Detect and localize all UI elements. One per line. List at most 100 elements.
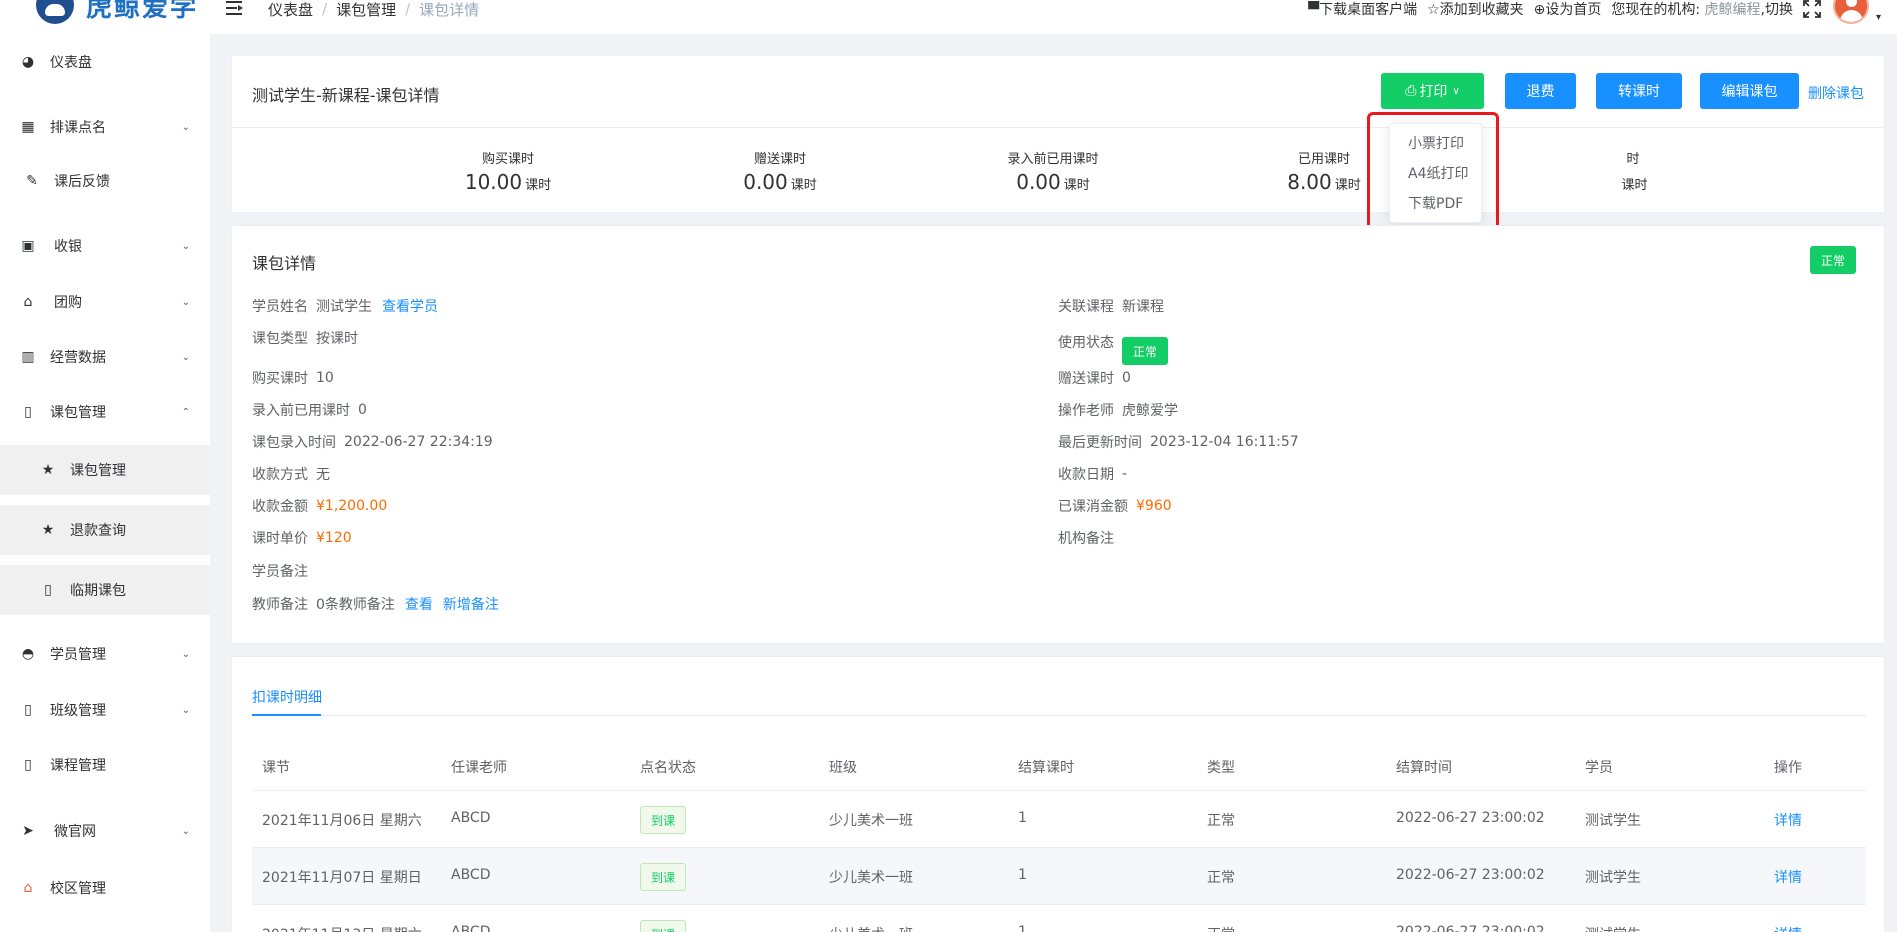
- field-purchased-hours: 购买课时 10: [252, 370, 334, 387]
- sidebar-subitem-expiring-packages[interactable]: ▯ 临期课包: [0, 565, 210, 615]
- edit-icon: ✎: [26, 173, 38, 189]
- attendance-badge: 到课: [640, 863, 686, 891]
- star-icon: ★: [41, 462, 55, 478]
- sidebar-item-scheduling[interactable]: ▦ 排课点名 ⌄: [0, 102, 210, 152]
- menu-toggle-icon[interactable]: [226, 0, 244, 16]
- delete-package-link[interactable]: 删除课包: [1808, 83, 1864, 103]
- tab-deduction-details[interactable]: 扣课时明细: [252, 687, 322, 707]
- field-linked-course: 关联课程 新课程: [1058, 299, 1164, 315]
- switch-org-link[interactable]: ,切换: [1761, 0, 1793, 19]
- table-header: 课节 任课老师 点名状态 班级 结算课时 类型 结算时间 学员 操作: [252, 741, 1866, 791]
- set-homepage-link[interactable]: ⊕设为首页: [1534, 0, 1602, 19]
- table-row: 2021年11月13日 星期六 ABCD 到课 少儿美术一班 1 正常 2022…: [252, 905, 1866, 932]
- stat-remaining-hours: 时 课时: [1621, 152, 1648, 193]
- sidebar-item-package-mgmt[interactable]: ▯ 课包管理 ⌃: [0, 387, 210, 437]
- book-icon: ▯: [44, 582, 52, 598]
- current-org-label: 您现在的机构: 虎鲸编程: [1611, 2, 1761, 18]
- add-remark-link[interactable]: 新增备注: [443, 594, 499, 614]
- tab-divider: [252, 715, 1866, 716]
- view-remark-link[interactable]: 查看: [405, 594, 433, 614]
- sidebar-item-students[interactable]: ◓ 学员管理 ⌄: [0, 629, 210, 679]
- field-teacher-remark: 教师备注 0条教师备注 查看 新增备注: [252, 594, 499, 614]
- caret-down-icon[interactable]: ▾: [1876, 12, 1881, 23]
- sidebar-item-mini-site[interactable]: ➤ 微官网 ⌄: [0, 806, 210, 856]
- print-a4-item[interactable]: A4纸打印: [1408, 163, 1468, 183]
- sidebar-item-business-data[interactable]: ▥ 经营数据 ⌄: [0, 332, 210, 382]
- status-badge: 正常: [1810, 246, 1856, 274]
- whale-logo-icon: [36, 0, 74, 24]
- star-outline-icon: ☆: [1427, 2, 1440, 18]
- refund-button[interactable]: 退费: [1505, 73, 1576, 109]
- section-title: 课包详情: [252, 254, 317, 273]
- download-client-link[interactable]: ▀下载桌面客户端: [1308, 0, 1417, 19]
- download-pdf-item[interactable]: 下载PDF: [1408, 193, 1463, 213]
- stat-preused-hours: 录入前已用课时 0.00 课时: [1007, 152, 1099, 194]
- chevron-down-icon: ⌄: [181, 240, 190, 252]
- table-row: 2021年11月06日 星期六 ABCD 到课 少儿美术一班 1 正常 2022…: [252, 791, 1866, 848]
- chevron-down-icon: ⌄: [181, 121, 190, 133]
- breadcrumb-item-package-mgmt[interactable]: 课包管理: [336, 0, 396, 20]
- book-icon: ▯: [24, 757, 32, 773]
- sidebar-item-courses[interactable]: ▯ 课程管理: [0, 740, 210, 790]
- table-row: 2021年11月07日 星期日 ABCD 到课 少儿美术一班 1 正常 2022…: [252, 848, 1866, 905]
- package-detail-card: 课包详情 正常 学员姓名 测试学生 查看学员 课包类型 按课时 购买课时 10 录入前…: [231, 225, 1885, 644]
- attendance-badge: 到课: [640, 806, 686, 834]
- sidebar-item-group-buy[interactable]: ⌂ 团购 ⌄: [0, 277, 210, 327]
- field-package-type: 课包类型 按课时: [252, 331, 358, 347]
- transfer-hours-button[interactable]: 转课时: [1596, 73, 1682, 109]
- app-logo-text: 虎鲸爱学: [86, 0, 199, 23]
- dashboard-icon: ◕: [21, 54, 35, 70]
- breadcrumb-separator: /: [405, 0, 411, 18]
- breadcrumb-item-current: 课包详情: [419, 0, 480, 19]
- sidebar-item-cashier[interactable]: ▣ 收银 ⌄: [0, 221, 210, 271]
- field-org-remark: 机构备注: [1058, 531, 1114, 547]
- print-button[interactable]: ⎙ 打印 ∨: [1381, 73, 1484, 109]
- sidebar-item-dashboard[interactable]: ◕ 仪表盘: [0, 37, 210, 87]
- current-org-name: 虎鲸编程: [1704, 2, 1761, 18]
- user-avatar[interactable]: [1833, 0, 1869, 24]
- student-icon: ◓: [21, 646, 35, 662]
- sidebar-subitem-package-mgmt[interactable]: ★ 课包管理: [0, 445, 210, 495]
- breadcrumb: 仪表盘 / 课包管理 / 课包详情: [268, 0, 480, 20]
- field-last-updated: 最后更新时间 2023-12-04 16:11:57: [1058, 434, 1299, 451]
- add-favorite-link[interactable]: ☆添加到收藏夹: [1427, 0, 1524, 19]
- sidebar-item-feedback[interactable]: ✎ 课后反馈: [0, 156, 210, 206]
- plus-circle-icon: ⊕: [1533, 2, 1546, 18]
- breadcrumb-separator: /: [322, 0, 328, 18]
- chevron-down-icon: ⌄: [181, 351, 190, 363]
- usage-status-badge: 正常: [1122, 337, 1168, 365]
- bar-chart-icon: ▥: [21, 349, 35, 365]
- sidebar-subitem-refund-query[interactable]: ★ 退款查询: [0, 505, 210, 555]
- chevron-down-icon: ⌄: [181, 296, 190, 308]
- summary-header: 测试学生-新课程-课包详情 ⎙ 打印 ∨ 退费 转课时 编辑课包 删除课包: [232, 56, 1884, 128]
- view-student-link[interactable]: 查看学员: [382, 296, 438, 316]
- package-summary-card: 测试学生-新课程-课包详情 ⎙ 打印 ∨ 退费 转课时 编辑课包 删除课包 购买…: [231, 55, 1885, 213]
- print-dropdown-menu: 小票打印 A4纸打印 下载PDF: [1389, 123, 1482, 223]
- row-detail-link[interactable]: 详情: [1774, 867, 1802, 887]
- sidebar-item-campus[interactable]: ⌂ 校区管理: [0, 863, 210, 913]
- chevron-down-icon: ⌄: [181, 648, 190, 660]
- attendance-badge: 到课: [640, 920, 686, 932]
- field-consumed-amount: 已课消金额 ¥960: [1058, 498, 1172, 515]
- chevron-down-icon: ∨: [1452, 85, 1460, 97]
- breadcrumb-item-dashboard[interactable]: 仪表盘: [268, 0, 313, 20]
- bag-icon: ⌂: [23, 294, 33, 310]
- tab-active-indicator: [252, 714, 321, 716]
- deduction-records-card: 扣课时明细 课节 任课老师 点名状态 班级 结算课时 类型 结算时间 学员 操作…: [231, 656, 1885, 932]
- monitor-icon: ▀: [1308, 2, 1320, 18]
- sidebar-item-classes[interactable]: ▯ 班级管理 ⌄: [0, 685, 210, 735]
- fullscreen-icon[interactable]: [1803, 0, 1821, 18]
- cashier-icon: ▣: [21, 238, 35, 254]
- field-preused-hours: 录入前已用课时 0: [252, 402, 367, 419]
- chevron-down-icon: ⌄: [181, 704, 190, 716]
- print-receipt-item[interactable]: 小票打印: [1408, 133, 1464, 153]
- field-unit-price: 课时单价 ¥120: [252, 530, 352, 547]
- top-links: ▀下载桌面客户端 ☆添加到收藏夹 ⊕设为首页 您现在的机构: 虎鲸编程 ,切换: [1298, 0, 1793, 18]
- stat-purchased-hours: 购买课时 10.00 课时: [464, 152, 552, 194]
- row-detail-link[interactable]: 详情: [1774, 924, 1802, 932]
- edit-package-button[interactable]: 编辑课包: [1700, 73, 1799, 109]
- chevron-up-icon: ⌃: [181, 406, 190, 418]
- book-icon: ▯: [24, 702, 32, 718]
- row-detail-link[interactable]: 详情: [1774, 810, 1802, 830]
- app-logo[interactable]: 虎鲸爱学: [36, 0, 198, 24]
